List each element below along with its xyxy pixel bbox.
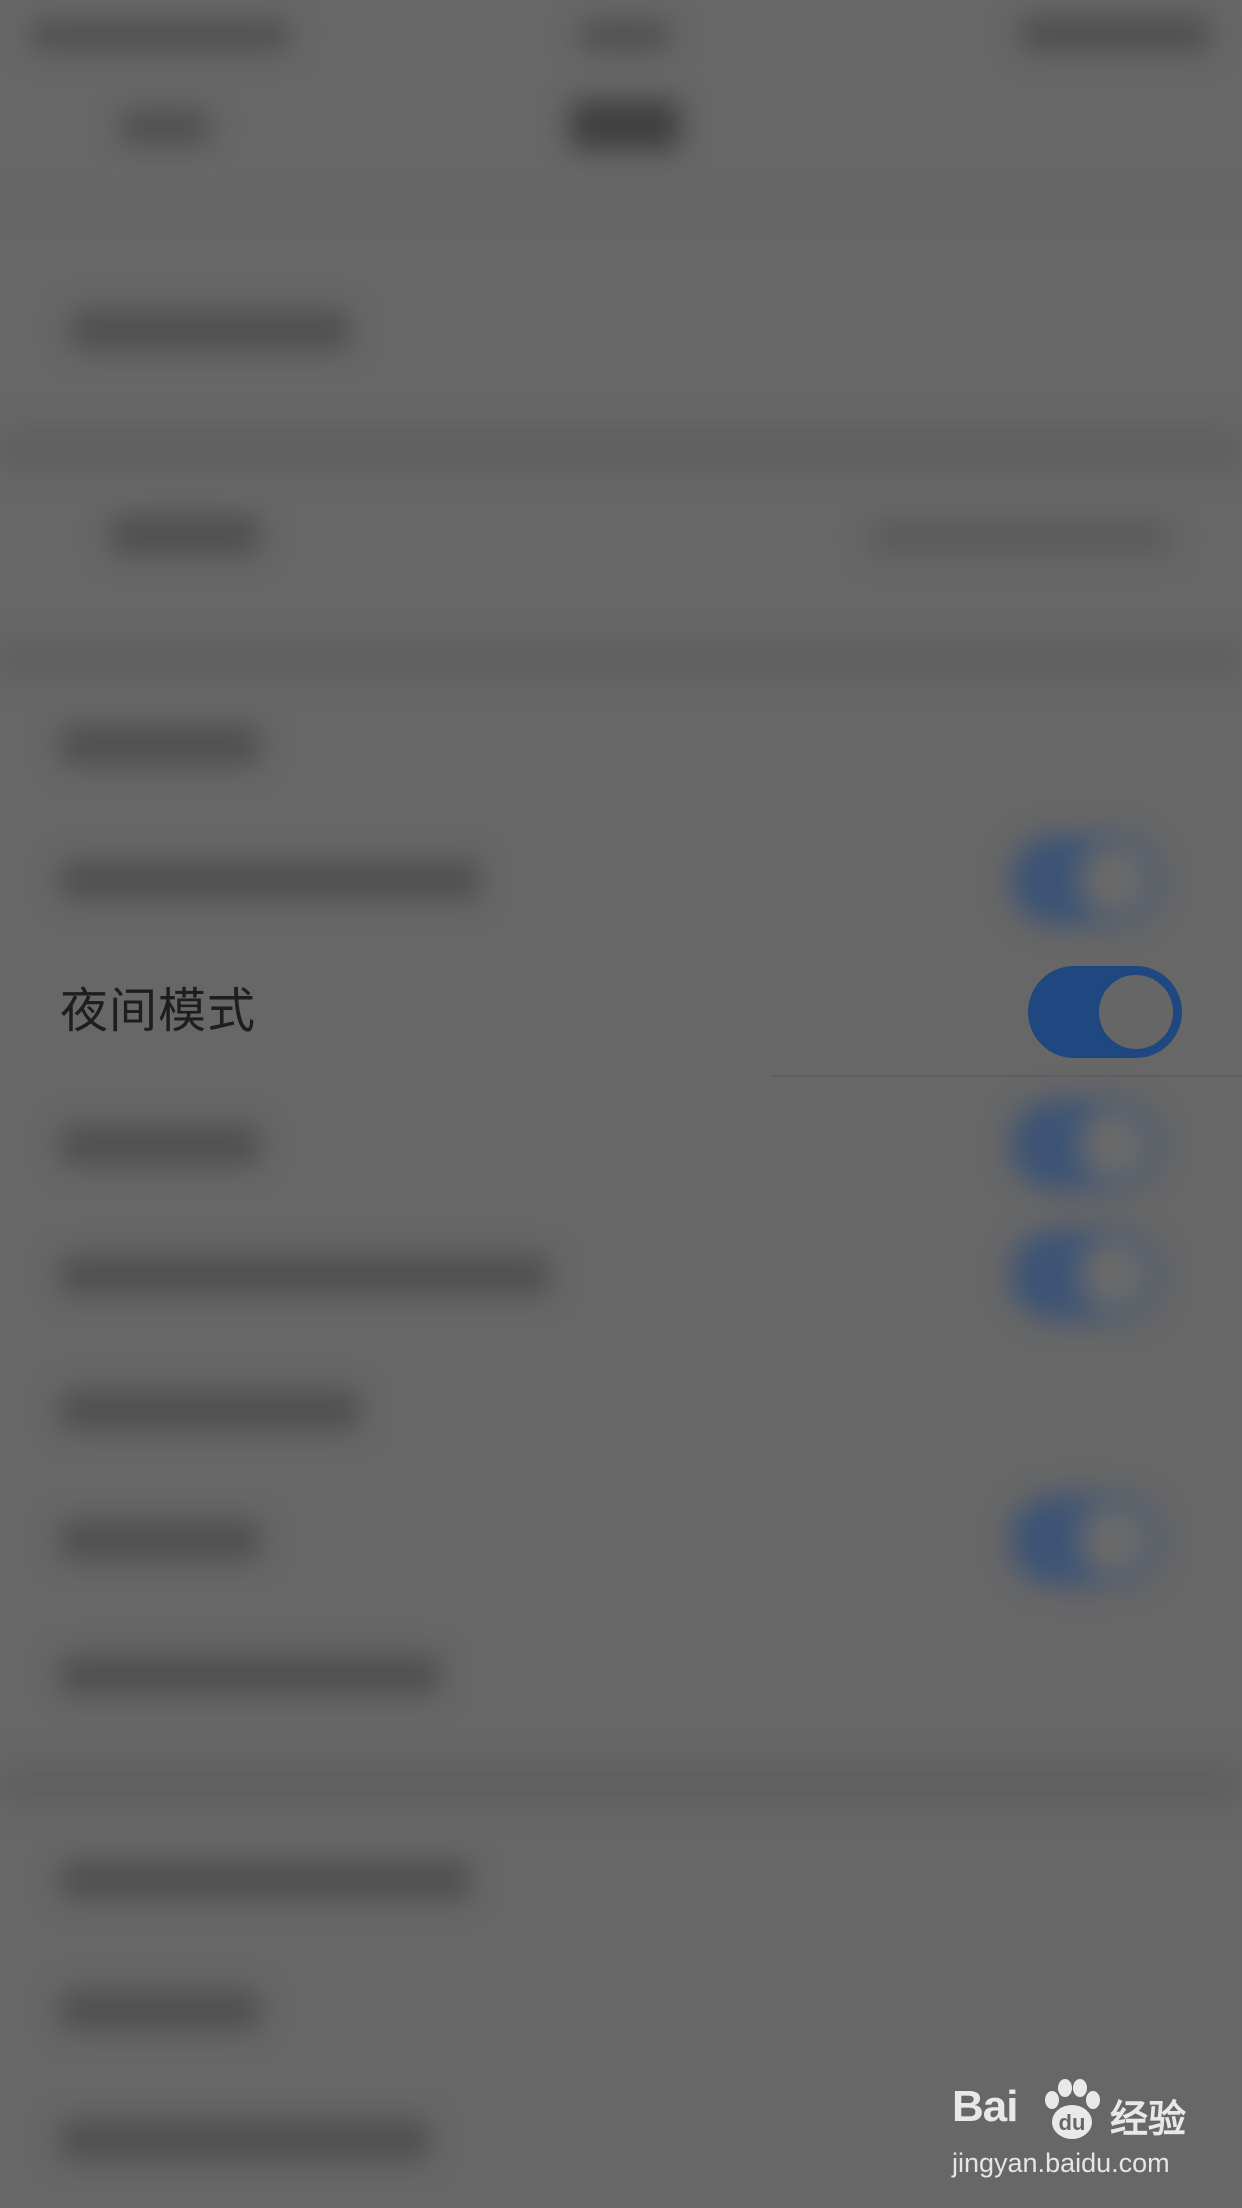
blurred-toggle-4 <box>1010 1495 1160 1585</box>
settings-row-night-mode[interactable]: 夜间模式 <box>0 945 1242 1079</box>
blurred-row-2 <box>110 515 260 555</box>
nav-title <box>570 100 680 150</box>
baidu-jingyan-watermark: Bai du 经验 jingyan.baidu.com <box>952 2070 1192 2190</box>
settings-screen: 夜间模式 Bai du 经验 jingyan.baidu.com <box>0 0 1242 2208</box>
blurred-row-9 <box>60 1520 260 1560</box>
status-bar-right <box>1020 16 1210 52</box>
blurred-toggle-1 <box>1010 835 1160 925</box>
nav-divider <box>0 205 1242 208</box>
night-mode-label: 夜间模式 <box>60 983 257 1039</box>
blurred-row-13 <box>60 2120 430 2160</box>
blurred-section-gap-2 <box>0 640 1242 680</box>
row-divider <box>770 1075 1242 1077</box>
blurred-section-gap-1 <box>0 430 1242 470</box>
blurred-row-11 <box>60 1860 470 1900</box>
blurred-row-6 <box>60 1125 260 1165</box>
blurred-row-1 <box>70 310 350 350</box>
blurred-row-10 <box>60 1655 440 1695</box>
blurred-row-7 <box>60 1255 550 1295</box>
watermark-jingyan-text: 经验 <box>1110 2097 1187 2141</box>
blurred-toggle-3 <box>1010 1230 1160 1320</box>
blurred-section-gap-3 <box>0 1765 1242 1805</box>
blurred-row-8 <box>60 1390 360 1430</box>
watermark-url: jingyan.baidu.com <box>952 2148 1170 2178</box>
watermark-logo-text: Bai <box>952 2082 1018 2131</box>
blurred-toggle-2 <box>1010 1100 1160 1190</box>
blurred-row-4 <box>60 860 480 900</box>
status-bar-center <box>580 20 670 50</box>
paw-icon: du <box>1045 2079 1100 2139</box>
status-bar-left <box>30 20 290 50</box>
blurred-row-12 <box>60 1990 260 2030</box>
night-mode-toggle[interactable] <box>1028 966 1182 1058</box>
nav-back <box>120 110 210 144</box>
blurred-row-3 <box>60 725 260 765</box>
svg-text:du: du <box>1059 2110 1086 2135</box>
blurred-settings-background <box>0 0 1242 2208</box>
blurred-row-2-value <box>870 520 1170 554</box>
toggle-knob <box>1096 972 1176 1052</box>
